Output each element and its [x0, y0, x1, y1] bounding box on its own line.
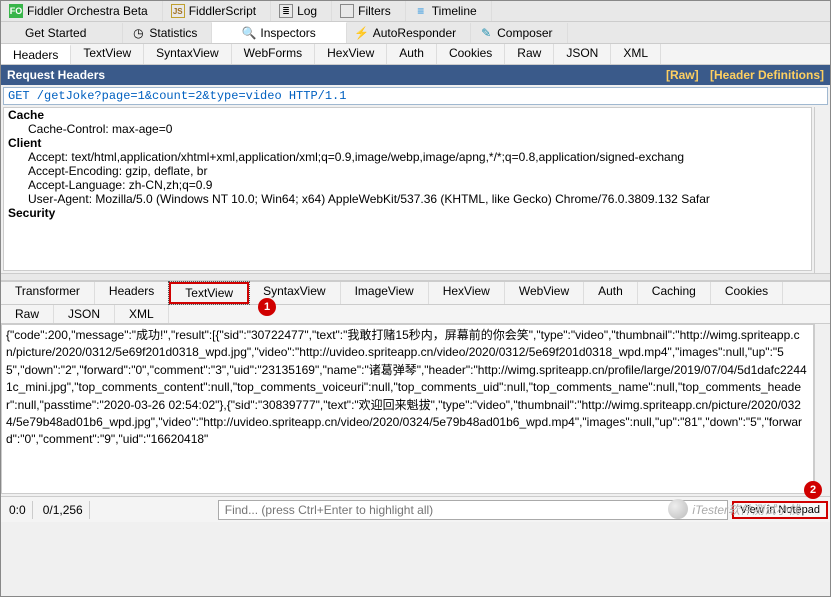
inspect-icon: 🔍	[242, 26, 256, 40]
view-in-notepad-button[interactable]: View in Notepad	[732, 501, 828, 519]
log-icon: ≣	[279, 4, 293, 18]
hdr-item[interactable]: Accept: text/html,application/xhtml+xml,…	[4, 150, 811, 164]
reqtab-headers[interactable]: Headers	[1, 44, 71, 64]
tab-timeline[interactable]: ≡ Timeline	[406, 1, 492, 21]
reqtab-syntaxview[interactable]: SyntaxView	[144, 44, 231, 64]
resptab-caching[interactable]: Caching	[638, 282, 711, 304]
defs-link[interactable]: [Header Definitions]	[710, 68, 824, 82]
annotation-2: 2	[804, 481, 822, 499]
tab-label: Fiddler Orchestra Beta	[27, 4, 148, 18]
tab-label: AutoResponder	[373, 26, 456, 40]
annotation-1: 1	[258, 298, 276, 316]
status-pos: 0:0	[3, 501, 33, 519]
splitter[interactable]	[1, 273, 830, 281]
response-tabs: Transformer Headers TextView SyntaxView …	[1, 281, 830, 305]
reqtab-webforms[interactable]: WebForms	[232, 44, 315, 64]
top-tab-row-1: FO Fiddler Orchestra Beta JS FiddlerScri…	[1, 1, 830, 22]
hdr-item[interactable]: Accept-Language: zh-CN,zh;q=0.9	[4, 178, 811, 192]
find-input[interactable]	[218, 500, 728, 520]
top-tab-row-2: Get Started ◷ Statistics 🔍 Inspectors ⚡ …	[1, 22, 830, 44]
hdr-group-client: Client	[4, 136, 811, 150]
tab-label: Inspectors	[260, 26, 315, 40]
hdr-item[interactable]: User-Agent: Mozilla/5.0 (Windows NT 10.0…	[4, 192, 811, 206]
resptab-json[interactable]: JSON	[54, 305, 115, 323]
stats-icon: ◷	[131, 26, 145, 40]
header-links: [Raw] [Header Definitions]	[658, 68, 824, 82]
tab-composer[interactable]: ✎ Composer	[471, 23, 567, 43]
statusbar: 0:0 0/1,256 View in Notepad 2 iTester软件测…	[1, 496, 830, 522]
tab-label: Composer	[497, 26, 552, 40]
resptab-xml[interactable]: XML	[115, 305, 169, 323]
request-tabs: Headers TextView SyntaxView WebForms Hex…	[1, 44, 830, 65]
tab-autoresponder[interactable]: ⚡ AutoResponder	[347, 23, 471, 43]
hdr-item[interactable]: Cache-Control: max-age=0	[4, 122, 811, 136]
raw-link[interactable]: [Raw]	[666, 68, 699, 82]
tab-inspectors[interactable]: 🔍 Inspectors	[212, 22, 346, 43]
tab-fiddlerscript[interactable]: JS FiddlerScript	[163, 1, 271, 21]
tab-label: Timeline	[432, 4, 477, 18]
request-headers-title: Request Headers	[7, 68, 105, 82]
scrollbar[interactable]	[814, 324, 830, 496]
reqtab-json[interactable]: JSON	[554, 44, 611, 64]
reqtab-cookies[interactable]: Cookies	[437, 44, 505, 64]
tab-label: Statistics	[149, 26, 197, 40]
scrollbar[interactable]	[814, 107, 830, 273]
tab-statistics[interactable]: ◷ Statistics	[123, 23, 212, 43]
bolt-icon: ⚡	[355, 26, 369, 40]
hdr-item[interactable]: Accept-Encoding: gzip, deflate, br	[4, 164, 811, 178]
tab-label: Log	[297, 4, 317, 18]
resptab-webview[interactable]: WebView	[505, 282, 584, 304]
status-count: 0/1,256	[37, 501, 90, 519]
resptab-headers[interactable]: Headers	[95, 282, 169, 304]
tab-label: FiddlerScript	[189, 4, 256, 18]
response-textview[interactable]: {"code":200,"message":"成功!","result":[{"…	[1, 324, 814, 494]
headers-tree[interactable]: Cache Cache-Control: max-age=0 Client Ac…	[3, 107, 812, 271]
resptab-raw[interactable]: Raw	[1, 305, 54, 323]
reqtab-xml[interactable]: XML	[611, 44, 661, 64]
resptab-hexview[interactable]: HexView	[429, 282, 505, 304]
resptab-textview[interactable]: TextView	[169, 282, 249, 304]
fo-icon: FO	[9, 4, 23, 18]
resptab-auth[interactable]: Auth	[584, 282, 638, 304]
tab-label: Get Started	[25, 26, 86, 40]
tab-getstarted[interactable]: Get Started	[1, 23, 123, 43]
tab-filters[interactable]: Filters	[332, 1, 406, 21]
resptab-cookies[interactable]: Cookies	[711, 282, 783, 304]
reqtab-textview[interactable]: TextView	[71, 44, 144, 64]
request-headers-bar: Request Headers [Raw] [Header Definition…	[1, 65, 830, 85]
hdr-group-cache: Cache	[4, 108, 811, 122]
js-icon: JS	[171, 4, 185, 18]
filters-icon	[340, 4, 354, 18]
reqtab-auth[interactable]: Auth	[387, 44, 437, 64]
tab-log[interactable]: ≣ Log	[271, 1, 332, 21]
reqtab-hexview[interactable]: HexView	[315, 44, 387, 64]
reqtab-raw[interactable]: Raw	[505, 44, 554, 64]
tab-label: Filters	[358, 4, 391, 18]
hdr-group-security: Security	[4, 206, 811, 220]
request-line: GET /getJoke?page=1&count=2&type=video H…	[3, 87, 828, 105]
tab-orchestra[interactable]: FO Fiddler Orchestra Beta	[1, 1, 163, 21]
resptab-imageview[interactable]: ImageView	[341, 282, 429, 304]
resptab-transformer[interactable]: Transformer	[1, 282, 95, 304]
compose-icon: ✎	[479, 26, 493, 40]
response-tabs-row2: Raw JSON XML	[1, 305, 830, 324]
timeline-icon: ≡	[414, 4, 428, 18]
